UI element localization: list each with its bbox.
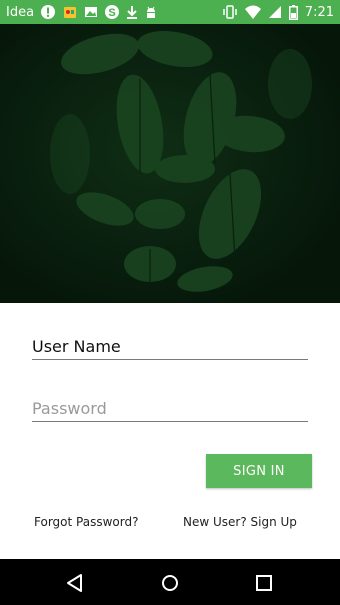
download-icon (126, 5, 138, 19)
home-icon[interactable] (158, 571, 182, 595)
recents-icon[interactable] (252, 571, 276, 595)
svg-text:S: S (108, 7, 115, 19)
alert-icon (40, 4, 56, 20)
back-icon[interactable] (63, 571, 87, 595)
forgot-password-link[interactable]: Forgot Password? (34, 515, 138, 529)
login-form: User Name Password SIGN IN Forgot Passwo… (0, 303, 340, 559)
password-field[interactable]: Password (32, 399, 308, 422)
status-bar: Idea S 7:21 (0, 0, 340, 24)
game-icon (62, 4, 78, 20)
skype-icon: S (104, 4, 120, 20)
navigation-bar (0, 559, 340, 605)
status-right: 7:21 (222, 4, 334, 20)
vibrate-icon (222, 5, 238, 19)
hero-image (0, 24, 340, 303)
android-icon (144, 5, 158, 19)
wifi-icon (244, 5, 261, 19)
signal-icon (268, 5, 282, 19)
username-field[interactable]: User Name (32, 337, 308, 360)
carrier-name: Idea (6, 4, 35, 20)
leaf-background (0, 24, 340, 303)
status-time: 7:21 (304, 4, 334, 20)
status-left: Idea S (6, 4, 158, 20)
sign-in-button[interactable]: SIGN IN (206, 454, 312, 488)
battery-icon (288, 4, 298, 20)
gallery-icon (84, 5, 98, 19)
sign-up-link[interactable]: New User? Sign Up (183, 515, 297, 529)
